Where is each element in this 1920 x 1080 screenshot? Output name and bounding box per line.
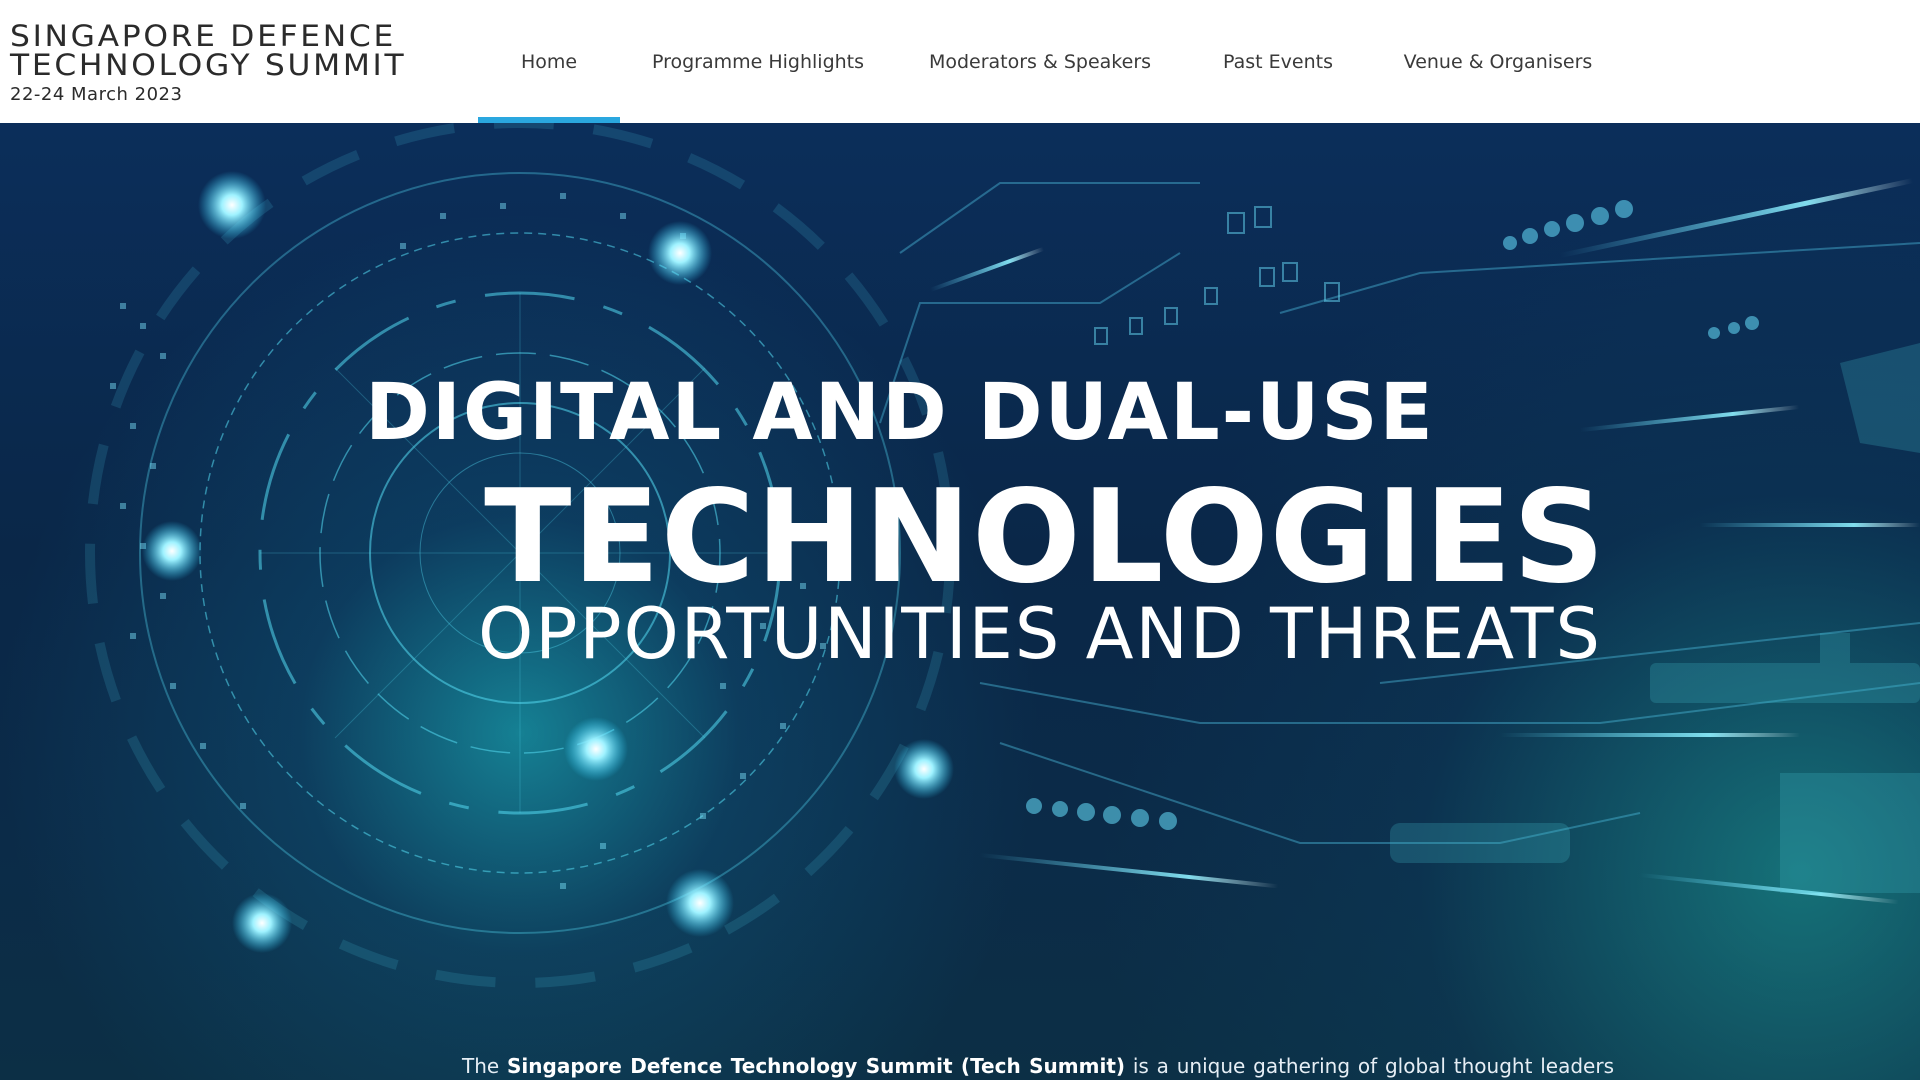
logo-line-2: TECHNOLOGY SUMMIT	[10, 48, 407, 82]
nav-item-moderators-speakers[interactable]: Moderators & Speakers	[920, 0, 1160, 123]
hero-headline-line-3: OPPORTUNITIES AND THREATS	[478, 593, 1602, 675]
intro-prefix: The	[462, 1054, 500, 1078]
intro-paragraph: The Singapore Defence Technology Summit …	[462, 1053, 1614, 1080]
logo-line-1: SINGAPORE DEFENCE	[10, 19, 396, 53]
hero-headline-line-2: TECHNOLOGIES	[484, 463, 1606, 612]
site-header: SINGAPORE DEFENCE TECHNOLOGY SUMMIT 22-2…	[0, 0, 1920, 123]
nav-item-venue-organisers[interactable]: Venue & Organisers	[1400, 0, 1596, 123]
nav-item-past-events[interactable]: Past Events	[1210, 0, 1346, 123]
nav-item-home[interactable]: Home	[478, 0, 620, 123]
nav-item-programme-highlights[interactable]: Programme Highlights	[640, 0, 876, 123]
hero-banner: DIGITAL AND DUAL-USE TECHNOLOGIES OPPORT…	[0, 123, 1920, 1080]
summit-logo[interactable]: SINGAPORE DEFENCE TECHNOLOGY SUMMIT 22-2…	[10, 22, 430, 106]
intro-summit-name: Singapore Defence Technology Summit (Tec…	[507, 1054, 1126, 1078]
logo-date: 22-24 March 2023	[10, 84, 183, 105]
hero-headline-line-1: DIGITAL AND DUAL-USE	[365, 368, 1435, 458]
